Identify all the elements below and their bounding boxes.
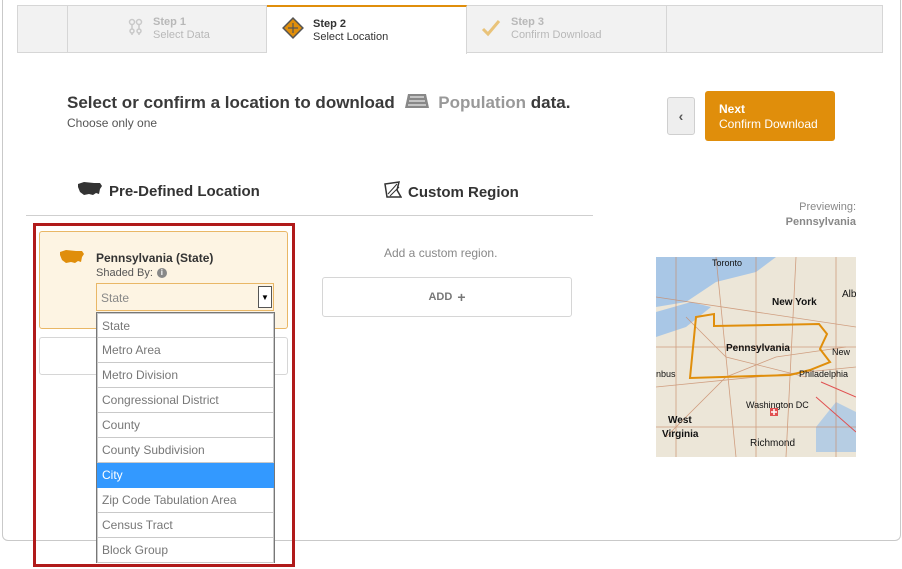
usa-map-icon (59, 249, 85, 270)
dropdown-option[interactable]: Congressional District (97, 388, 274, 413)
next-sublabel: Confirm Download (719, 117, 818, 131)
step-3-number: Step 3 (511, 16, 545, 28)
dropdown-option[interactable]: Block Group (97, 538, 274, 563)
previewing-text: Previewing: (799, 201, 856, 213)
dropdown-option[interactable]: Zip Code Tabulation Area (97, 488, 274, 513)
custom-region-icon (384, 181, 403, 203)
dropdown-option[interactable]: State (97, 313, 274, 338)
step-spacer-end (667, 6, 882, 52)
pins-icon (128, 18, 144, 41)
preview-map: Toronto New York Alb Pennsylvania New nb… (656, 257, 856, 457)
tab-divider (26, 215, 593, 216)
map-label-virginia: Virginia (662, 429, 699, 440)
shaded-by-options: State Metro Area Metro Division Congression… (96, 312, 275, 563)
add-region-button[interactable]: ADD + (322, 277, 572, 317)
tab-predefined-location[interactable]: Pre-Defined Location (77, 181, 260, 201)
tab-predefined-label: Pre-Defined Location (109, 182, 260, 200)
info-icon[interactable]: i (156, 268, 167, 278)
layers-icon (281, 16, 305, 45)
back-button[interactable]: ‹ (667, 97, 695, 135)
page-subtitle: Choose only one (67, 116, 158, 130)
select-value: State (101, 291, 130, 305)
usa-map-icon (77, 181, 103, 201)
dropdown-option[interactable]: County (97, 413, 274, 438)
step-spacer (18, 6, 68, 52)
preview-label: Previewing: Pennsylvania (786, 200, 856, 230)
tab-custom-label: Custom Region (408, 183, 519, 201)
database-icon (404, 92, 430, 115)
plus-icon: + (457, 289, 466, 305)
chevron-left-icon: ‹ (678, 108, 684, 124)
step-2-number: Step 2 (313, 17, 347, 30)
step-2[interactable]: Step 2 Select Location (267, 5, 467, 54)
shaded-by-label: Shaded By: (96, 267, 153, 279)
dropdown-option[interactable]: City (97, 463, 274, 488)
map-label-new-york: New York (772, 297, 817, 308)
page-title: Select or confirm a location to download… (67, 92, 570, 115)
shaded-by-select[interactable]: State ▼ (96, 283, 274, 311)
title-prefix: Select or confirm a location to download (67, 93, 395, 112)
step-1[interactable]: Step 1 Select Data (68, 6, 267, 52)
title-suffix: data. (530, 93, 571, 112)
map-label-toronto: Toronto (712, 258, 742, 268)
step-1-label: Select Data (153, 29, 210, 41)
map-label-nbus: nbus (656, 369, 676, 379)
checkmark-icon (481, 18, 501, 43)
step-3-label: Confirm Download (511, 29, 602, 41)
dropdown-option[interactable]: Census Tract (97, 513, 274, 538)
tab-custom-region[interactable]: Custom Region (384, 181, 519, 203)
location-title: Pennsylvania (State) (96, 251, 214, 265)
dropdown-option[interactable]: Metro Area (97, 338, 274, 363)
dropdown-option[interactable]: Metro Division (97, 363, 274, 388)
stepper: Step 1 Select Data Step 2 Select Locatio… (17, 5, 883, 54)
preview-name: Pennsylvania (785, 216, 856, 228)
map-label-richmond: Richmond (750, 438, 795, 449)
add-label: ADD (428, 291, 453, 303)
step-2-label: Select Location (313, 30, 389, 43)
step-1-number: Step 1 (153, 16, 187, 28)
dropdown-arrow-icon[interactable]: ▼ (258, 286, 272, 308)
dataset-name: Population (438, 93, 527, 112)
next-label: Next (719, 102, 746, 116)
next-button[interactable]: Next Confirm Download (705, 91, 835, 141)
custom-region-hint: Add a custom region. (384, 246, 498, 260)
dropdown-option[interactable]: County Subdivision (97, 438, 274, 463)
map-label-philadelphia: Philadelphia (799, 369, 848, 379)
map-label-pennsylvania: Pennsylvania (726, 343, 790, 354)
map-label-west: West (668, 415, 692, 426)
map-label-new: New (832, 347, 851, 357)
map-label-alb: Alb (842, 289, 856, 300)
step-3[interactable]: Step 3 Confirm Download (467, 6, 667, 52)
